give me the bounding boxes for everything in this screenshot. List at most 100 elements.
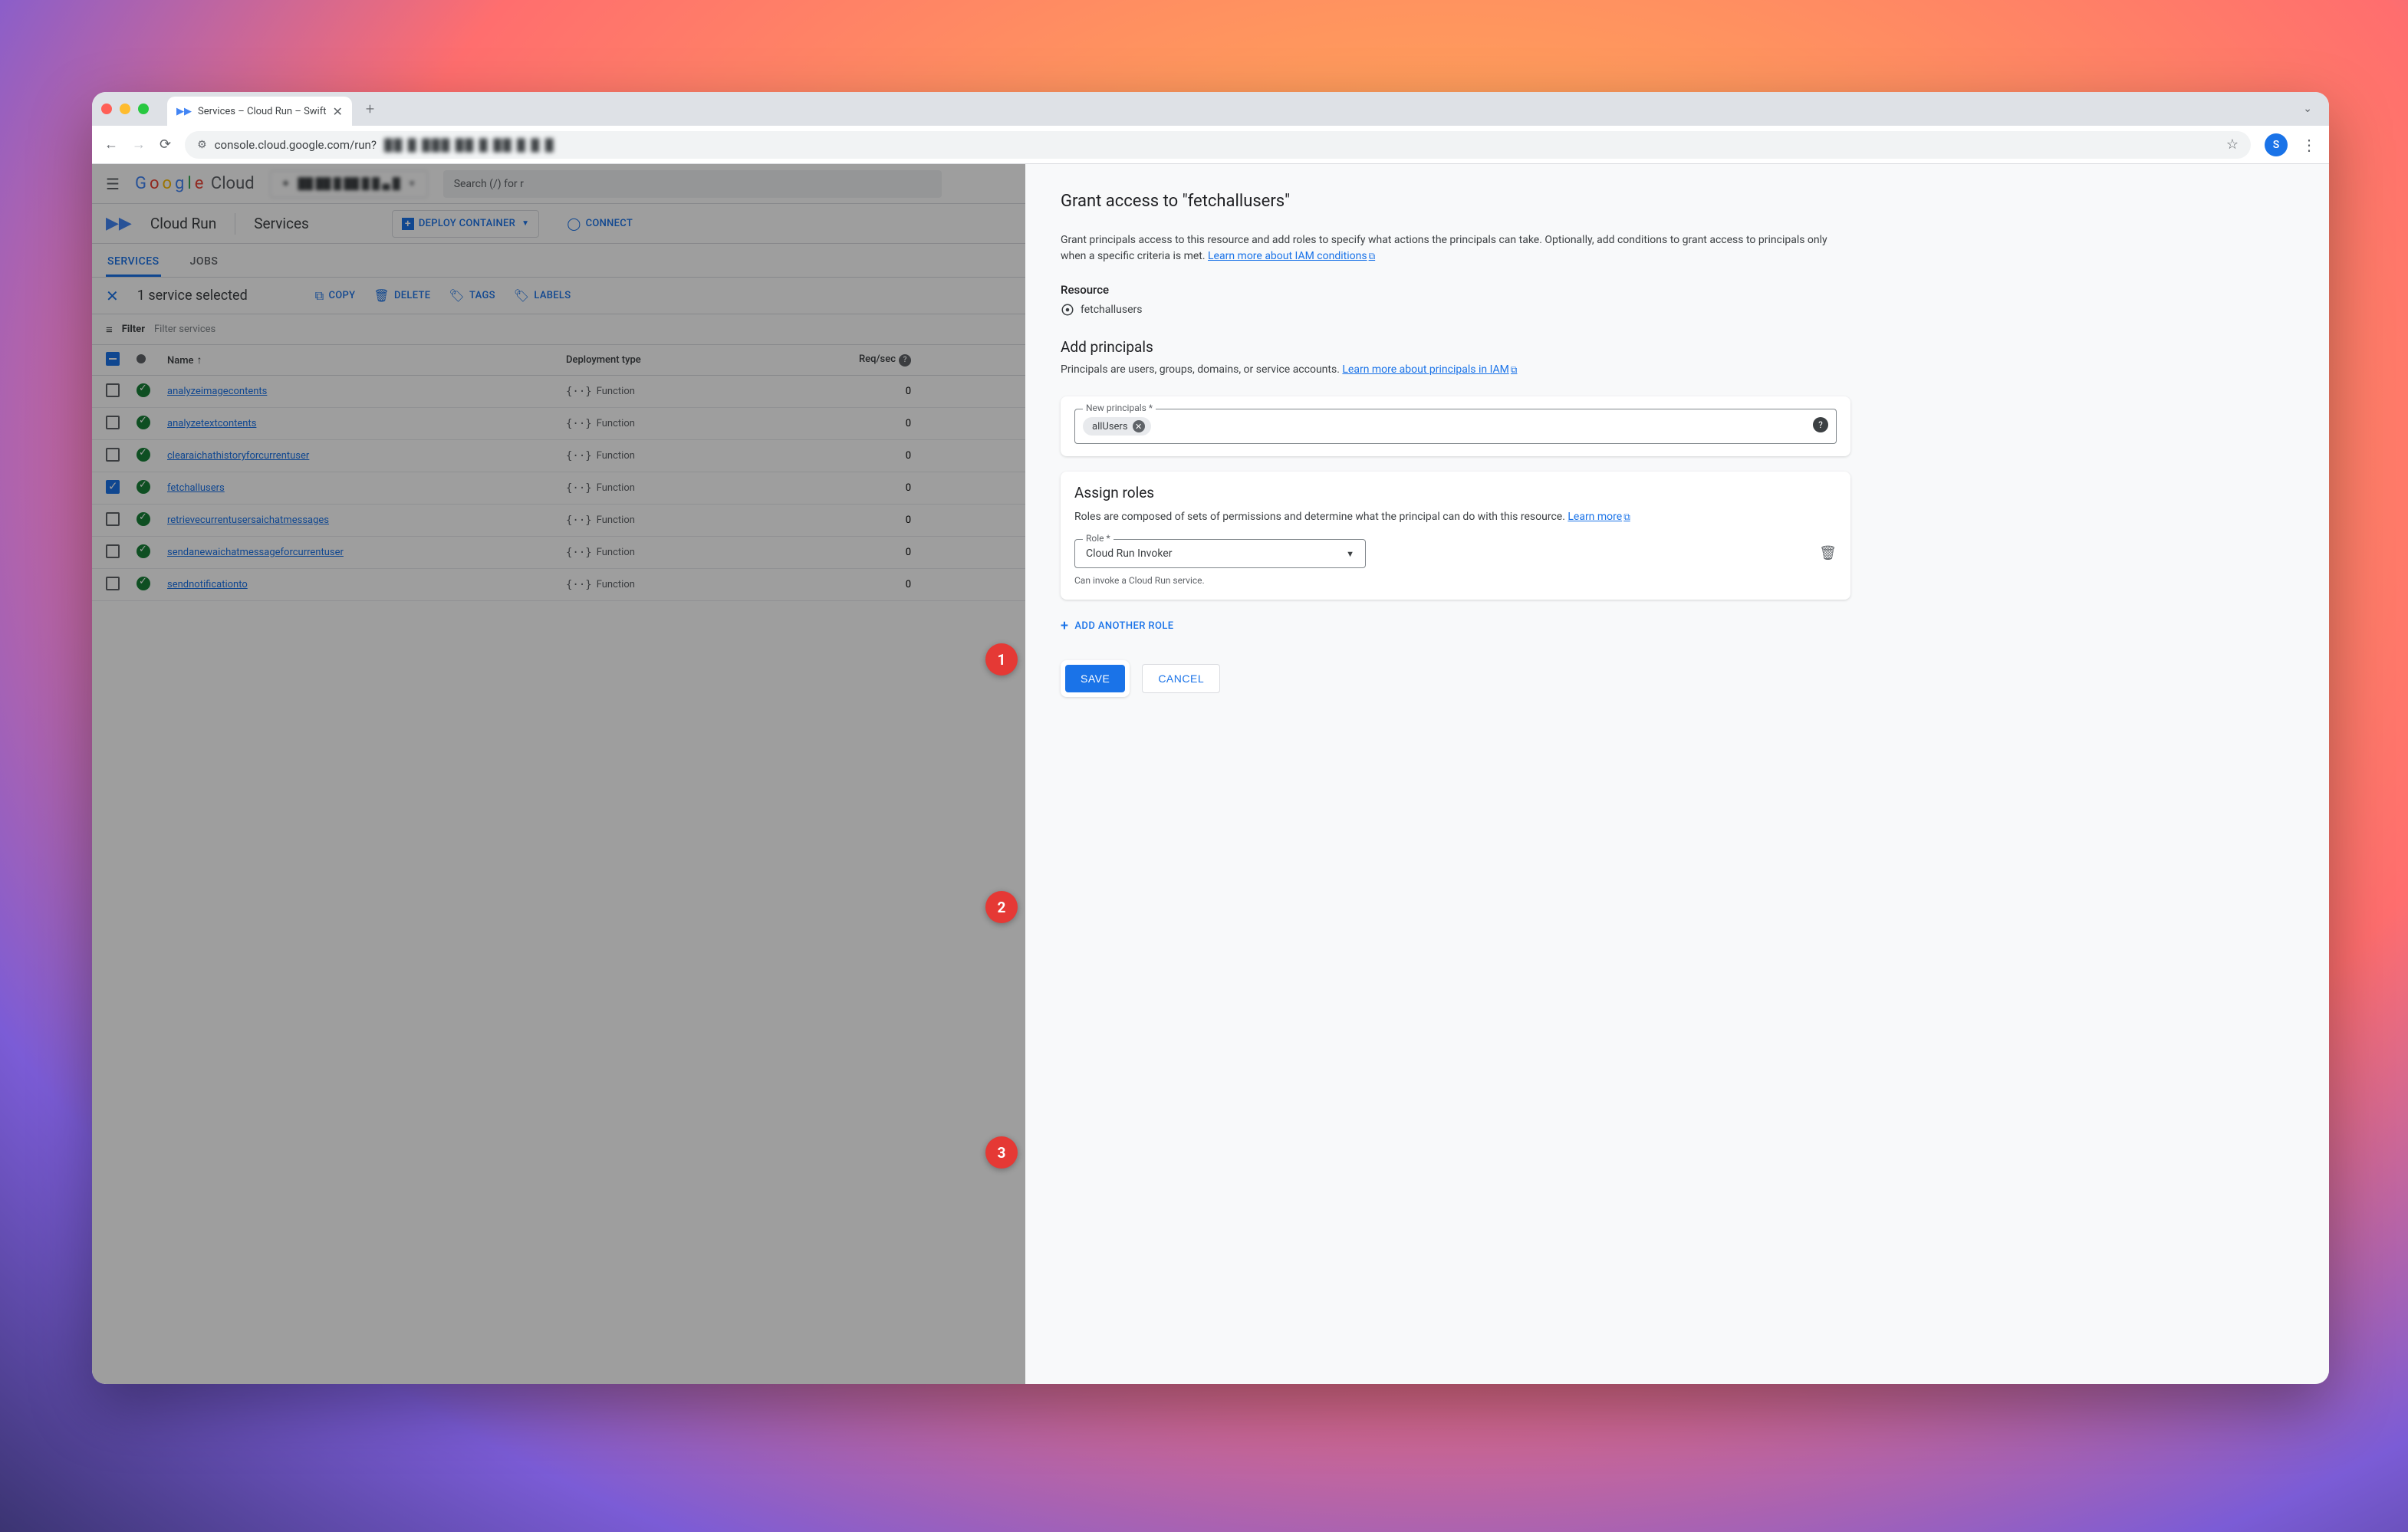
new-tab-button[interactable]: + bbox=[358, 100, 382, 118]
role-label: Role * bbox=[1083, 533, 1114, 544]
selection-count: 1 service selected bbox=[137, 288, 248, 304]
service-link[interactable]: analyzeimagecontents bbox=[167, 386, 267, 397]
browser-menu-icon[interactable]: ⋮ bbox=[2301, 137, 2317, 153]
select-all-checkbox[interactable] bbox=[106, 352, 120, 366]
browser-toolbar: ← → ⟳ ⚙ console.cloud.google.com/run? ██… bbox=[92, 126, 2329, 164]
deployment-type: {··}Function bbox=[566, 482, 842, 495]
new-principals-field[interactable]: New principals * allUsers ✕ ? bbox=[1074, 409, 1837, 444]
gcp-logo[interactable]: Google Cloud bbox=[135, 174, 255, 193]
req-per-sec: 0 bbox=[842, 579, 934, 590]
address-bar[interactable]: ⚙ console.cloud.google.com/run? ██ █ ███… bbox=[185, 131, 2251, 159]
service-link[interactable]: sendnotificationto bbox=[167, 579, 248, 590]
filter-icon: ≡ bbox=[106, 323, 113, 337]
tabs-dropdown-icon[interactable]: ⌄ bbox=[2295, 103, 2320, 115]
service-link[interactable]: retrievecurrentusersaichatmessages bbox=[167, 515, 329, 526]
cloudrun-favicon: ▶▶ bbox=[176, 106, 192, 117]
project-picker[interactable]: ✦ ██ ██ █ ██ █ █ ▄ █ ▼ bbox=[270, 170, 428, 198]
req-per-sec: 0 bbox=[842, 418, 934, 429]
close-tab-icon[interactable]: ✕ bbox=[333, 104, 343, 119]
service-link[interactable]: clearaichathistoryforcurrentuser bbox=[167, 450, 309, 462]
label-icon: 🏷 bbox=[514, 288, 530, 303]
add-another-role-button[interactable]: + ADD ANOTHER ROLE bbox=[1061, 618, 2294, 634]
nav-menu-icon[interactable]: ☰ bbox=[106, 175, 120, 193]
panel-description: Grant principals access to this resource… bbox=[1061, 232, 1843, 265]
learn-principals-link[interactable]: Learn more about principals in IAM⧉ bbox=[1342, 363, 1517, 376]
row-checkbox[interactable] bbox=[106, 544, 120, 558]
maximize-window-button[interactable] bbox=[138, 104, 149, 114]
row-checkbox[interactable] bbox=[106, 383, 120, 397]
back-button[interactable]: ← bbox=[104, 136, 118, 153]
section-title: Services bbox=[254, 215, 309, 232]
delete-button[interactable]: 🗑DELETE bbox=[373, 288, 430, 303]
panel-buttons: SAVE CANCEL bbox=[1061, 660, 2294, 697]
role-select[interactable]: Role * Cloud Run Invoker ▼ bbox=[1074, 539, 1366, 568]
help-icon[interactable]: ? bbox=[899, 354, 911, 367]
dropdown-icon: ▼ bbox=[521, 219, 529, 228]
profile-avatar[interactable]: S bbox=[2265, 133, 2288, 156]
deploy-container-button[interactable]: + DEPLOY CONTAINER ▼ bbox=[392, 210, 539, 238]
service-link[interactable]: fetchallusers bbox=[167, 482, 225, 494]
sort-asc-icon[interactable]: ↑ bbox=[197, 354, 202, 367]
service-link[interactable]: sendanewaichatmessageforcurrentuser bbox=[167, 547, 344, 558]
row-checkbox[interactable] bbox=[106, 448, 120, 462]
add-principals-heading: Add principals bbox=[1061, 338, 2294, 356]
delete-role-icon[interactable]: 🗑 bbox=[1819, 545, 1837, 561]
copy-button[interactable]: ⧉COPY bbox=[315, 288, 356, 304]
minimize-window-button[interactable] bbox=[120, 104, 130, 114]
filter-label: Filter bbox=[122, 324, 145, 335]
tab-services[interactable]: SERVICES bbox=[106, 255, 161, 277]
trash-icon: 🗑 bbox=[373, 288, 390, 303]
tags-button[interactable]: 🏷TAGS bbox=[449, 288, 495, 303]
browser-tabbar: ▶▶ Services – Cloud Run – Swift ✕ + ⌄ bbox=[92, 92, 2329, 126]
dropdown-icon: ▼ bbox=[1346, 549, 1354, 559]
connect-repo-button[interactable]: ◯ CONNECT bbox=[558, 210, 642, 238]
req-per-sec: 0 bbox=[842, 515, 934, 526]
browser-tab[interactable]: ▶▶ Services – Cloud Run – Swift ✕ bbox=[167, 97, 352, 126]
callout-3: 3 bbox=[985, 1136, 1018, 1169]
status-ok-icon bbox=[137, 383, 150, 397]
save-button[interactable]: SAVE bbox=[1065, 665, 1125, 692]
site-settings-icon[interactable]: ⚙ bbox=[197, 139, 207, 151]
gcp-search[interactable]: Search (/) for r bbox=[443, 170, 942, 198]
forward-button[interactable]: → bbox=[132, 136, 146, 153]
close-window-button[interactable] bbox=[101, 104, 112, 114]
dropdown-icon: ▼ bbox=[408, 179, 416, 189]
add-principals-desc: Principals are users, groups, domains, o… bbox=[1061, 362, 1843, 378]
deployment-type: {··}Function bbox=[566, 450, 842, 462]
filter-placeholder: Filter services bbox=[154, 324, 215, 335]
service-icon bbox=[1061, 303, 1074, 317]
labels-button[interactable]: 🏷LABELS bbox=[514, 288, 571, 303]
clear-selection-icon[interactable]: ✕ bbox=[106, 287, 119, 305]
row-checkbox[interactable] bbox=[106, 512, 120, 526]
github-icon: ◯ bbox=[567, 216, 581, 231]
status-ok-icon bbox=[137, 448, 150, 462]
learn-roles-link[interactable]: Learn more⧉ bbox=[1568, 511, 1630, 523]
role-row: Role * Cloud Run Invoker ▼ Can invoke a … bbox=[1074, 539, 1837, 587]
row-checkbox[interactable] bbox=[106, 577, 120, 590]
remove-chip-icon[interactable]: ✕ bbox=[1133, 420, 1145, 432]
url-obscured: ██ █ ███ ██ █ ██ █ █ █ bbox=[384, 138, 555, 152]
status-header-icon bbox=[137, 354, 146, 363]
tab-jobs[interactable]: JOBS bbox=[189, 255, 220, 277]
resource-heading: Resource bbox=[1061, 283, 2294, 297]
callout-1: 1 bbox=[985, 643, 1018, 676]
reload-button[interactable]: ⟳ bbox=[160, 136, 171, 153]
row-checkbox[interactable] bbox=[106, 480, 120, 494]
copy-icon: ⧉ bbox=[315, 288, 324, 304]
row-checkbox[interactable] bbox=[106, 416, 120, 429]
search-placeholder: Search (/) for r bbox=[454, 178, 524, 190]
bookmark-icon[interactable]: ☆ bbox=[2226, 136, 2239, 153]
cloudrun-icon: ▶▶ bbox=[106, 214, 132, 233]
deployment-type: {··}Function bbox=[566, 579, 842, 591]
url-text: console.cloud.google.com/run? bbox=[215, 138, 377, 152]
service-link[interactable]: analyzetextcontents bbox=[167, 418, 256, 429]
cancel-button[interactable]: CANCEL bbox=[1142, 664, 1220, 693]
deployment-type: {··}Function bbox=[566, 418, 842, 430]
field-help-icon[interactable]: ? bbox=[1813, 417, 1828, 432]
deployment-type: {··}Function bbox=[566, 515, 842, 527]
principal-chip: allUsers ✕ bbox=[1083, 417, 1151, 436]
external-link-icon: ⧉ bbox=[1623, 511, 1630, 522]
status-ok-icon bbox=[137, 416, 150, 429]
status-ok-icon bbox=[137, 480, 150, 494]
learn-iam-conditions-link[interactable]: Learn more about IAM conditions⧉ bbox=[1208, 250, 1375, 262]
